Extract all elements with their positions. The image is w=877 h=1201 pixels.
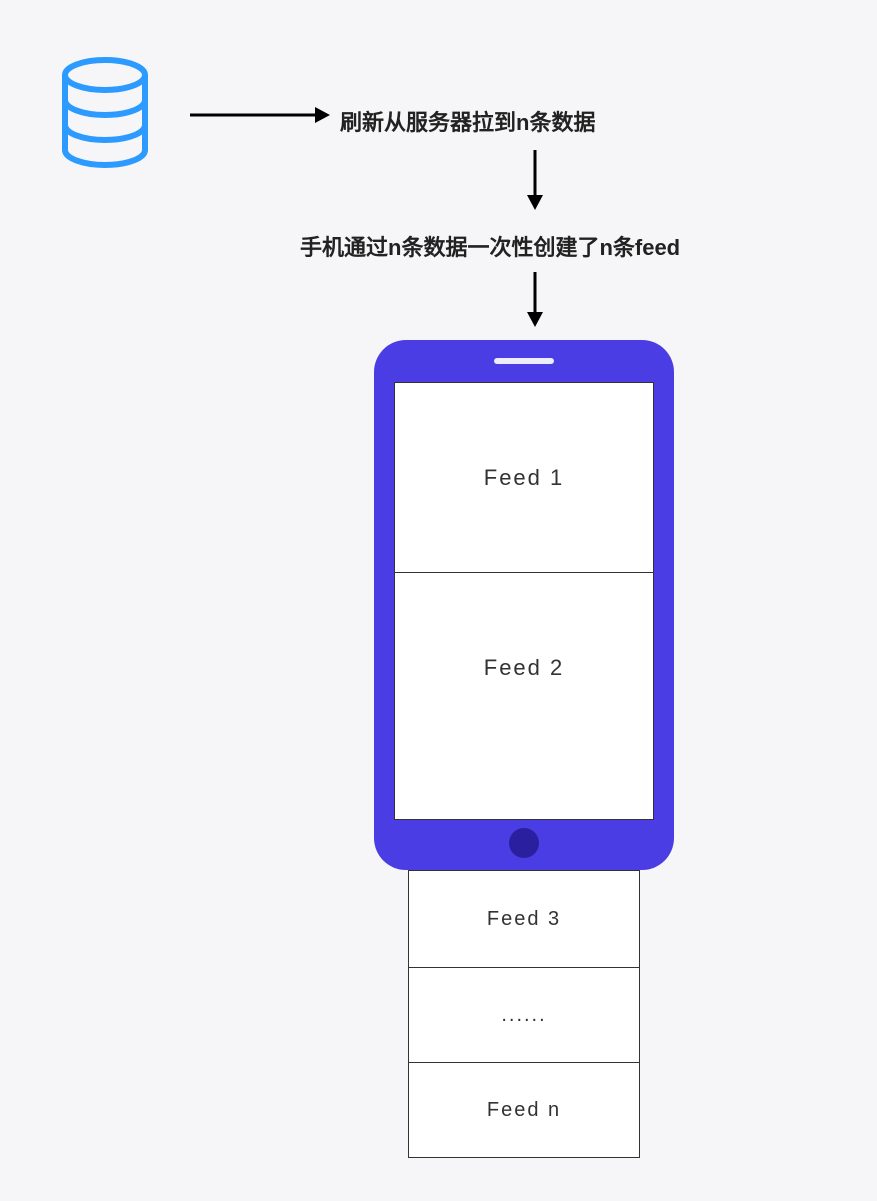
phone-screen: Feed 1 Feed 2: [394, 382, 654, 820]
database-icon: [60, 55, 150, 180]
phone-device: Feed 1 Feed 2: [374, 340, 674, 870]
phone-speaker-icon: [494, 358, 554, 364]
step1-label: 刷新从服务器拉到n条数据: [340, 105, 595, 137]
arrow-down-icon: [520, 272, 550, 332]
feed-label: Feed n: [487, 1099, 561, 1122]
step2-label: 手机通过n条数据一次性创建了n条feed: [300, 230, 680, 262]
feed-overflow-list: Feed 3 ...... Feed n: [408, 870, 640, 1158]
feed-label: Feed 2: [484, 655, 565, 681]
arrow-right-icon: [190, 100, 330, 135]
feed-label: Feed 3: [487, 908, 561, 931]
arrow-down-icon: [520, 150, 550, 215]
feed-item: Feed 1: [395, 383, 653, 573]
feed-item: Feed 3: [408, 870, 640, 968]
feed-label: ......: [501, 1004, 546, 1027]
feed-item: Feed 2: [395, 573, 653, 763]
feed-item: ......: [408, 968, 640, 1063]
phone-home-button-icon: [509, 828, 539, 858]
feed-item: Feed n: [408, 1063, 640, 1158]
feed-label: Feed 1: [484, 465, 565, 491]
